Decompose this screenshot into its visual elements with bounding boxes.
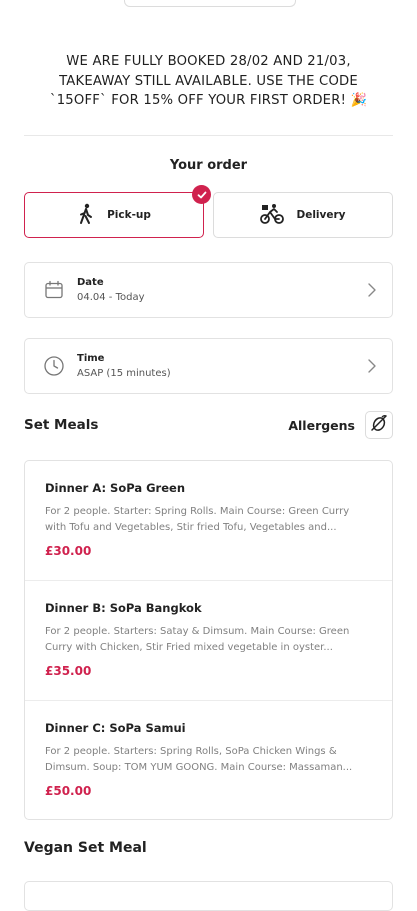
- announcement-banner: WE ARE FULLY BOOKED 28/02 AND 21/03, TAK…: [24, 52, 393, 111]
- meal-name: Dinner B: SoPa Bangkok: [45, 601, 202, 615]
- check-icon: [192, 185, 211, 204]
- meal-price: £30.00: [45, 544, 92, 558]
- chevron-right-icon: [352, 358, 392, 374]
- your-order-title: Your order: [169, 158, 248, 173]
- time-selector[interactable]: Time ASAP (15 minutes): [24, 338, 393, 394]
- clock-icon: [31, 355, 77, 377]
- pickup-label: Pick-up: [107, 209, 151, 221]
- set-meals-title: Set Meals: [24, 417, 99, 433]
- allergens-button[interactable]: [365, 411, 393, 439]
- set-meals-list: Dinner A: SoPa Green For 2 people. Start…: [24, 460, 393, 820]
- meal-description: For 2 people. Starters: Spring Rolls, So…: [45, 746, 353, 773]
- meal-price: £35.00: [45, 664, 92, 678]
- meal-item[interactable]: Dinner C: SoPa Samui For 2 people. Start…: [25, 701, 392, 819]
- delivery-label: Delivery: [296, 209, 346, 221]
- meal-description: For 2 people. Starter: Spring Rolls. Mai…: [45, 506, 350, 533]
- pickup-option-button[interactable]: Pick-up: [24, 185, 211, 238]
- header-tab-stub: [124, 0, 296, 7]
- announcement-line: TAKEAWAY STILL AVAILABLE. USE THE CODE: [59, 73, 358, 89]
- walking-person-icon: [77, 203, 95, 228]
- date-selector[interactable]: Date 04.04 - Today: [24, 262, 393, 318]
- vegan-meals-list: [24, 881, 393, 911]
- meal-description: For 2 people. Starters: Satay & Dimsum. …: [45, 626, 350, 653]
- chevron-right-icon: [352, 282, 392, 298]
- time-value: ASAP (15 minutes): [77, 368, 171, 379]
- bicycle-courier-icon: [260, 203, 285, 228]
- meal-name: Dinner C: SoPa Samui: [45, 721, 186, 735]
- meal-price: £50.00: [45, 784, 92, 798]
- date-value: 04.04 - Today: [77, 292, 145, 303]
- announcement-line: WE ARE FULLY BOOKED 28/02 AND 21/03,: [66, 54, 351, 69]
- vegan-set-meal-title: Vegan Set Meal: [24, 840, 147, 856]
- date-label: Date: [77, 277, 104, 288]
- set-meals-header: Set Meals Allergens: [24, 410, 393, 440]
- meal-item[interactable]: Dinner A: SoPa Green For 2 people. Start…: [25, 461, 392, 581]
- divider: [24, 135, 393, 136]
- allergen-filter-icon: [370, 414, 388, 436]
- meal-item[interactable]: Dinner B: SoPa Bangkok For 2 people. Sta…: [25, 581, 392, 701]
- meal-name: Dinner A: SoPa Green: [45, 481, 186, 495]
- allergens-label: Allergens: [288, 417, 355, 433]
- time-label: Time: [77, 353, 105, 364]
- delivery-option-button[interactable]: Delivery: [213, 192, 393, 238]
- allergens-filter: Allergens: [288, 411, 393, 439]
- announcement-line: `15OFF` FOR 15% OFF YOUR FIRST ORDER! 🎉: [49, 93, 368, 108]
- calendar-icon: [31, 280, 77, 300]
